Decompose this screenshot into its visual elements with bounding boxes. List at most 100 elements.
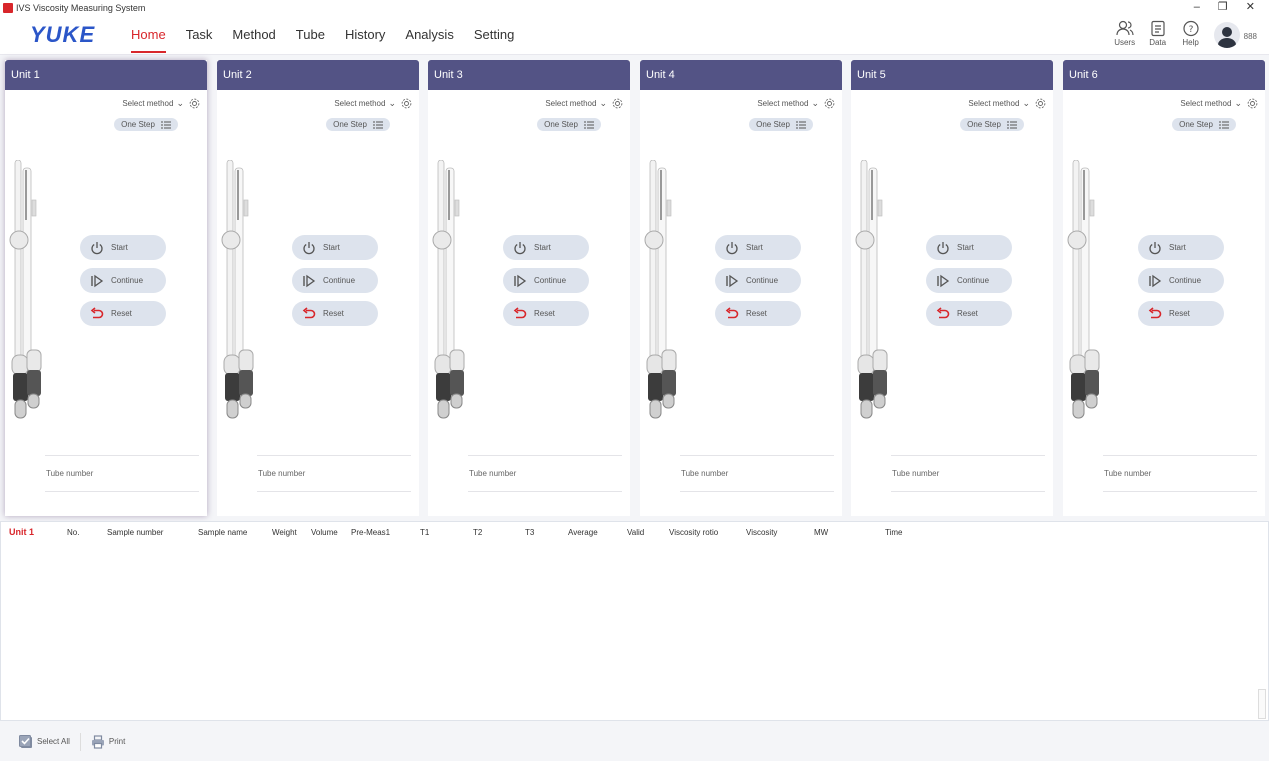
continue-label: Continue (957, 276, 990, 285)
unit-panel-6[interactable]: Unit 6 Select method ⌄ One Step Start Co… (1063, 60, 1265, 516)
unit-panel-2[interactable]: Unit 2 Select method ⌄ One Step Start Co… (217, 60, 419, 516)
users-button[interactable]: Users (1109, 20, 1141, 47)
reset-button[interactable]: Reset (926, 301, 1012, 326)
gear-icon[interactable] (612, 98, 623, 109)
nav-home[interactable]: Home (131, 27, 166, 53)
continue-label: Continue (111, 276, 144, 285)
continue-button[interactable]: Continue (715, 268, 801, 293)
viscometer-tube-image (9, 159, 43, 428)
gear-icon[interactable] (1247, 98, 1258, 109)
unit-panel-3[interactable]: Unit 3 Select method ⌄ One Step Start Co… (428, 60, 630, 516)
minimize-button[interactable]: – (1194, 0, 1200, 15)
step-mode-toggle[interactable]: One Step (1172, 118, 1236, 131)
tube-number-field[interactable]: Tube number (1104, 469, 1151, 478)
continue-icon (513, 274, 527, 288)
nav-analysis[interactable]: Analysis (405, 27, 453, 49)
column-header[interactable]: MW (814, 528, 828, 537)
results-unit-label: Unit 1 (9, 527, 35, 537)
gear-icon[interactable] (189, 98, 200, 109)
select-method-dropdown[interactable]: Select method ⌄ (757, 98, 835, 109)
start-label: Start (111, 243, 128, 252)
unit-panel-5[interactable]: Unit 5 Select method ⌄ One Step Start Co… (851, 60, 1053, 516)
continue-button[interactable]: Continue (503, 268, 589, 293)
continue-button[interactable]: Continue (80, 268, 166, 293)
select-method-dropdown[interactable]: Select method ⌄ (1180, 98, 1258, 109)
select-all-button[interactable]: Select All (19, 734, 70, 749)
start-button[interactable]: Start (80, 235, 166, 260)
tube-number-field[interactable]: Tube number (681, 469, 728, 478)
column-header[interactable]: Viscosity (746, 528, 777, 537)
continue-label: Continue (1169, 276, 1202, 285)
column-header[interactable]: T1 (420, 528, 429, 537)
column-header[interactable]: Sample number (107, 528, 163, 537)
nav-tube[interactable]: Tube (296, 27, 325, 49)
gear-icon[interactable] (1035, 98, 1046, 109)
column-header[interactable]: Viscosity rotio (669, 528, 718, 537)
select-method-dropdown[interactable]: Select method ⌄ (334, 98, 412, 109)
step-mode-toggle[interactable]: One Step (326, 118, 390, 131)
divider (468, 491, 622, 492)
nav-method[interactable]: Method (232, 27, 275, 49)
tube-number-field[interactable]: Tube number (258, 469, 305, 478)
unit-header: Unit 3 (428, 60, 630, 90)
scroll-handle[interactable] (1258, 689, 1266, 719)
column-header[interactable]: No. (67, 528, 79, 537)
nav-history[interactable]: History (345, 27, 385, 49)
start-button[interactable]: Start (926, 235, 1012, 260)
step-mode-toggle[interactable]: One Step (749, 118, 813, 131)
reset-button[interactable]: Reset (503, 301, 589, 326)
nav-task[interactable]: Task (186, 27, 213, 49)
tube-number-field[interactable]: Tube number (469, 469, 516, 478)
reset-button[interactable]: Reset (292, 301, 378, 326)
step-mode-label: One Step (333, 120, 367, 129)
column-header[interactable]: Sample name (198, 528, 247, 537)
gear-icon[interactable] (401, 98, 412, 109)
step-mode-toggle[interactable]: One Step (114, 118, 178, 131)
step-mode-toggle[interactable]: One Step (960, 118, 1024, 131)
start-label: Start (534, 243, 551, 252)
print-button[interactable]: Print (91, 734, 125, 749)
column-header[interactable]: T2 (473, 528, 482, 537)
continue-button[interactable]: Continue (292, 268, 378, 293)
start-button[interactable]: Start (715, 235, 801, 260)
select-method-dropdown[interactable]: Select method ⌄ (968, 98, 1046, 109)
unit-panel-4[interactable]: Unit 4 Select method ⌄ One Step Start Co… (640, 60, 842, 516)
divider (45, 491, 199, 492)
restore-button[interactable]: ❐ (1218, 0, 1228, 15)
data-button[interactable]: Data (1142, 20, 1174, 47)
start-button[interactable]: Start (292, 235, 378, 260)
gear-icon[interactable] (824, 98, 835, 109)
column-header[interactable]: Weight (272, 528, 297, 537)
reset-button[interactable]: Reset (1138, 301, 1224, 326)
continue-button[interactable]: Continue (926, 268, 1012, 293)
select-method-label: Select method (122, 99, 174, 108)
help-button[interactable]: ? Help (1175, 20, 1207, 47)
viscometer-tube-image (432, 159, 466, 428)
column-header[interactable]: Pre-Meas1 (351, 528, 390, 537)
reset-button[interactable]: Reset (80, 301, 166, 326)
divider (1103, 491, 1257, 492)
select-method-dropdown[interactable]: Select method ⌄ (545, 98, 623, 109)
column-header[interactable]: Valid (627, 528, 644, 537)
tube-number-field[interactable]: Tube number (892, 469, 939, 478)
column-header[interactable]: Average (568, 528, 598, 537)
column-header[interactable]: Time (885, 528, 902, 537)
avatar[interactable] (1213, 22, 1240, 48)
list-icon (1218, 121, 1229, 128)
footer-toolbar: Select All Print (0, 722, 1269, 761)
divider (680, 455, 834, 456)
tube-number-field[interactable]: Tube number (46, 469, 93, 478)
start-button[interactable]: Start (503, 235, 589, 260)
column-header[interactable]: T3 (525, 528, 534, 537)
start-button[interactable]: Start (1138, 235, 1224, 260)
close-button[interactable]: ✕ (1246, 0, 1255, 15)
column-header[interactable]: Volume (311, 528, 338, 537)
unit-panel-1[interactable]: Unit 1 Select method ⌄ One Step Start Co… (5, 60, 207, 516)
continue-button[interactable]: Continue (1138, 268, 1224, 293)
reset-button[interactable]: Reset (715, 301, 801, 326)
step-mode-toggle[interactable]: One Step (537, 118, 601, 131)
nav-setting[interactable]: Setting (474, 27, 514, 49)
app-icon (3, 2, 13, 13)
continue-label: Continue (534, 276, 567, 285)
select-method-dropdown[interactable]: Select method ⌄ (122, 98, 200, 109)
